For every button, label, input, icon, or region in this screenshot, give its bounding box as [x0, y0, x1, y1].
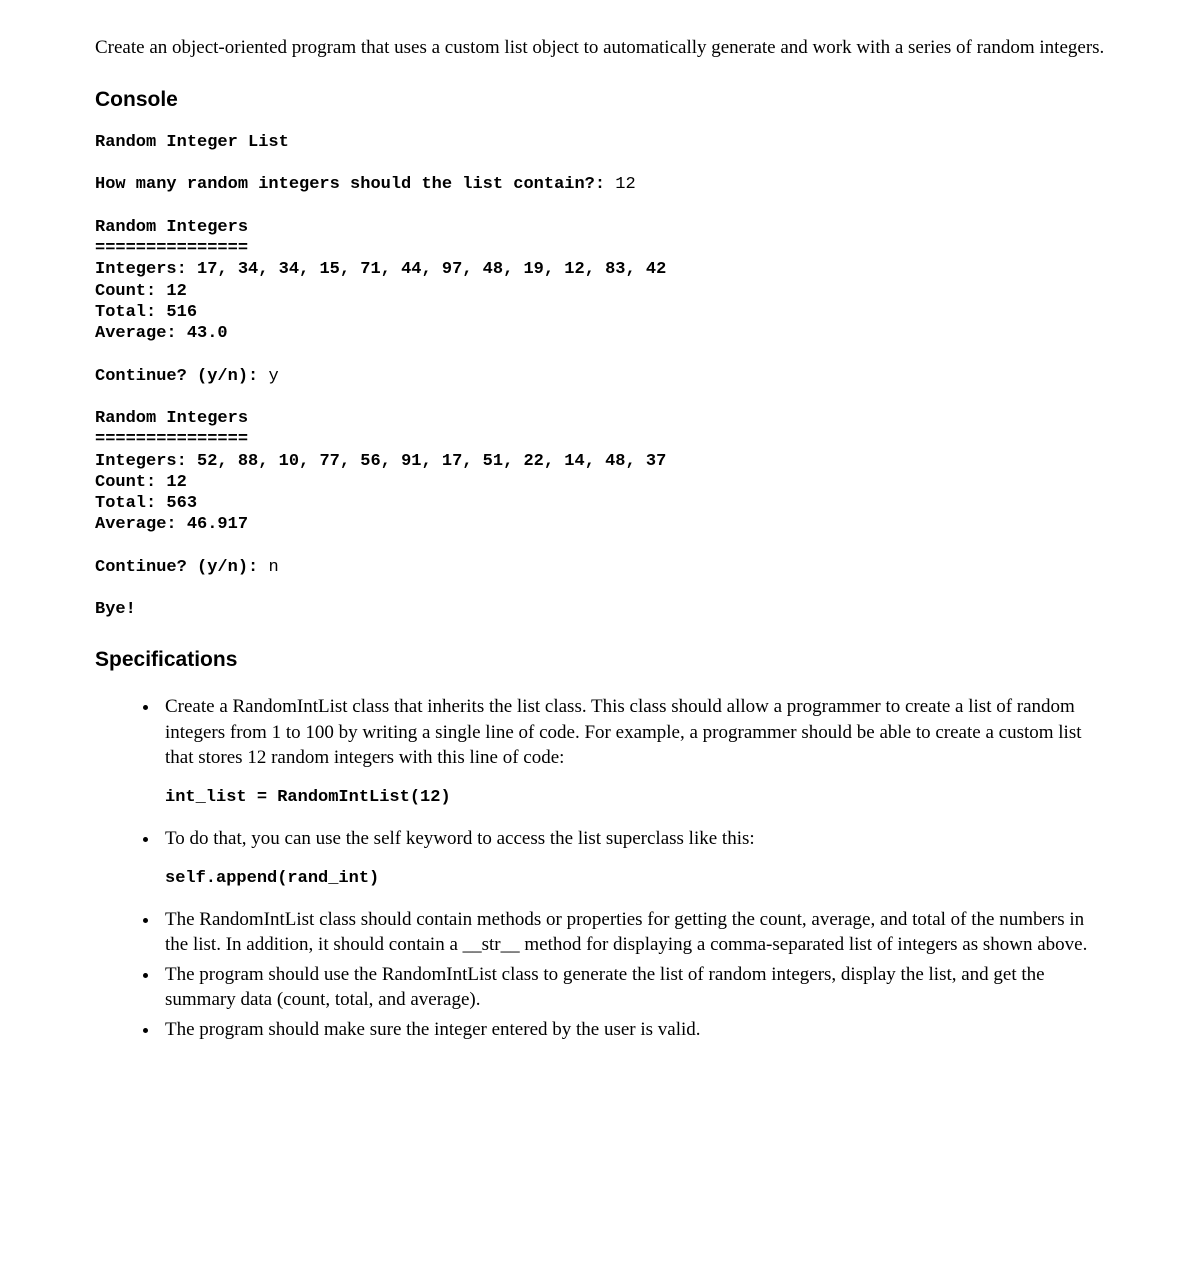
- average-label-1: Average:: [95, 324, 177, 343]
- total-label-1: Total:: [95, 303, 156, 322]
- prompt-count-label: How many random integers should the list…: [95, 175, 605, 194]
- continue-answer-2: n: [268, 558, 278, 577]
- spec-item-2-text: To do that, you can use the self keyword…: [165, 828, 755, 849]
- spec-code-2: self.append(rand_int): [165, 868, 1105, 891]
- total-value-2: 563: [166, 494, 197, 513]
- spec-item-1: Create a RandomIntList class that inheri…: [160, 694, 1105, 810]
- spec-item-1-text: Create a RandomIntList class that inheri…: [165, 696, 1082, 768]
- section-header-2: Random Integers: [95, 409, 248, 428]
- average-value-1: 43.0: [187, 324, 228, 343]
- section-header-1: Random Integers: [95, 218, 248, 237]
- spec-item-3: The RandomIntList class should contain m…: [160, 907, 1105, 958]
- integers-label-2: Integers:: [95, 452, 187, 471]
- spec-item-5: The program should make sure the integer…: [160, 1017, 1105, 1043]
- divider-2: ===============: [95, 430, 248, 449]
- average-value-2: 46.917: [187, 515, 248, 534]
- count-label-2: Count:: [95, 473, 156, 492]
- average-label-2: Average:: [95, 515, 177, 534]
- total-label-2: Total:: [95, 494, 156, 513]
- bye-text: Bye!: [95, 600, 136, 619]
- console-output: Random Integer List How many random inte…: [95, 132, 1105, 621]
- specifications-heading: Specifications: [95, 646, 1105, 674]
- continue-answer-1: y: [268, 367, 278, 386]
- divider-1: ===============: [95, 239, 248, 258]
- intro-paragraph: Create an object-oriented program that u…: [95, 35, 1105, 61]
- specifications-list: Create a RandomIntList class that inheri…: [95, 694, 1105, 1043]
- spec-item-2: To do that, you can use the self keyword…: [160, 826, 1105, 891]
- integers-value-1: 17, 34, 34, 15, 71, 44, 97, 48, 19, 12, …: [197, 260, 666, 279]
- spec-code-1: int_list = RandomIntList(12): [165, 787, 1105, 810]
- continue-label-1: Continue? (y/n):: [95, 367, 258, 386]
- count-value-2: 12: [166, 473, 186, 492]
- total-value-1: 516: [166, 303, 197, 322]
- count-label-1: Count:: [95, 282, 156, 301]
- integers-label-1: Integers:: [95, 260, 187, 279]
- count-value-1: 12: [166, 282, 186, 301]
- integers-value-2: 52, 88, 10, 77, 56, 91, 17, 51, 22, 14, …: [197, 452, 666, 471]
- console-title: Random Integer List: [95, 133, 289, 152]
- continue-label-2: Continue? (y/n):: [95, 558, 258, 577]
- spec-item-4: The program should use the RandomIntList…: [160, 962, 1105, 1013]
- prompt-count-value: 12: [615, 175, 635, 194]
- console-heading: Console: [95, 86, 1105, 114]
